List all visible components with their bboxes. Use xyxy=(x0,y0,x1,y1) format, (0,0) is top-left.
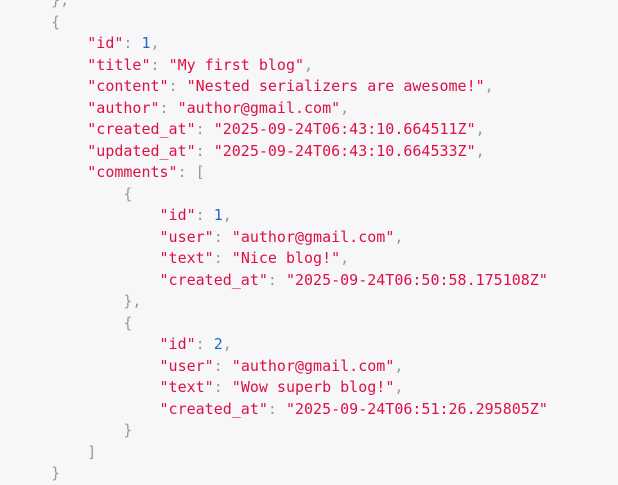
comment-id-value: 1 xyxy=(213,206,223,224)
comment-text-value: Wow superb blog! xyxy=(240,378,386,396)
json-line: }, xyxy=(6,292,142,310)
blog-content-value: Nested serializers are awesome! xyxy=(195,77,476,95)
json-line: { xyxy=(6,12,61,31)
blog-id-value: 1 xyxy=(141,34,151,52)
json-line: "user": "author@gmail.com", xyxy=(159,356,404,375)
blog-created-at-value: 2025-09-24T06:43:10.664511Z xyxy=(222,120,467,138)
blog-updated-at-value: 2025-09-24T06:43:10.664533Z xyxy=(222,141,467,160)
json-line: "created_at": "2025-09-24T06:43:10.66451… xyxy=(87,120,485,138)
comment-id-value: 2 xyxy=(213,335,223,353)
json-line: "content": "Nested serializers are aweso… xyxy=(87,77,494,95)
json-line: } xyxy=(6,421,133,439)
comment-text-value: Nice blog! xyxy=(240,249,332,267)
comment-created-at-value: 2025-09-24T06:50:58.175108Z xyxy=(295,270,539,289)
json-line: }, xyxy=(6,0,70,9)
json-line: ] xyxy=(6,442,97,461)
json-line: "title": "My first blog", xyxy=(87,55,314,74)
json-line: "text": "Nice blog!", xyxy=(159,249,350,267)
json-line: "created_at": "2025-09-24T06:51:26.29580… xyxy=(159,399,548,418)
json-line: } xyxy=(6,464,61,482)
json-line: "id": 1, xyxy=(87,34,160,52)
blog-title-value: My first blog xyxy=(177,55,295,74)
comment-user-value: author@gmail.com xyxy=(240,227,386,246)
json-line: "updated_at": "2025-09-24T06:43:10.66453… xyxy=(87,141,485,160)
json-response-viewer: }, { "id": 1, "title": "My first blog", … xyxy=(0,0,618,485)
json-line: "id": 2, xyxy=(159,335,232,353)
json-line: "id": 1, xyxy=(159,206,232,224)
json-line: "user": "author@gmail.com", xyxy=(159,227,404,246)
json-line: "created_at": "2025-09-24T06:50:58.17510… xyxy=(159,270,548,289)
comment-user-value: author@gmail.com xyxy=(240,356,386,375)
json-line: { xyxy=(6,313,133,332)
blog-author-value: author@gmail.com xyxy=(186,98,332,117)
comment-created-at-value: 2025-09-24T06:51:26.295805Z xyxy=(295,399,539,418)
json-line: "author": "author@gmail.com", xyxy=(87,98,350,117)
json-line: "text": "Wow superb blog!", xyxy=(159,378,404,396)
json-line: { xyxy=(6,184,133,203)
json-line: "comments": [ xyxy=(87,163,205,181)
